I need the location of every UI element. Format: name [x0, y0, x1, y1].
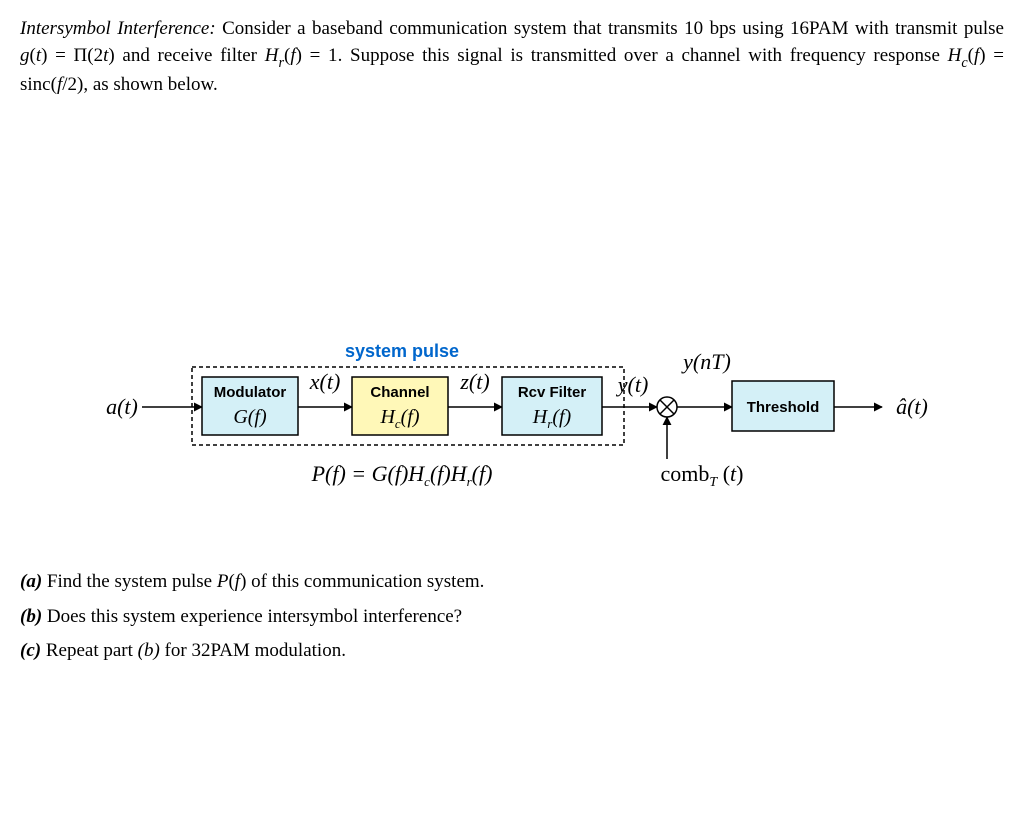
signal-y-t: y(t): [616, 372, 649, 397]
system-pulse-label: system pulse: [345, 341, 459, 361]
question-c: (c) Repeat part (b) for 32PAM modulation…: [20, 638, 1004, 665]
math-hr: Hr: [265, 45, 284, 66]
questions-list: (a) Find the system pulse P(f) of this c…: [20, 569, 1004, 665]
intro-text-2: and receive filter: [115, 45, 265, 66]
math-hc: Hc: [948, 45, 968, 66]
question-b: (b) Does this system experience intersym…: [20, 604, 1004, 631]
problem-title: Intersymbol Interference:: [20, 18, 216, 39]
channel-label: Channel: [370, 384, 429, 401]
question-c-label: (c): [20, 640, 41, 661]
signal-x-t: x(t): [309, 369, 341, 394]
block-diagram: system pulse a(t) Modulator G(f) x(t) Ch…: [20, 329, 1004, 529]
problem-statement: Intersymbol Interference: Consider a bas…: [20, 16, 1004, 99]
question-c-text2: for 32PAM modulation.: [160, 640, 346, 661]
G-f-label: G(f): [233, 406, 267, 428]
question-a-text: Find the system pulse: [42, 571, 217, 592]
question-c-ref: (b): [138, 640, 160, 661]
intro-text-4: , as shown below.: [83, 74, 217, 95]
question-a-text2: of this communication system.: [246, 571, 484, 592]
modulator-label: Modulator: [214, 384, 287, 401]
question-b-text: Does this system experience intersymbol …: [42, 606, 462, 627]
threshold-label: Threshold: [747, 399, 820, 416]
comb-label: combT (t): [661, 461, 744, 490]
intro-text-1: Consider a baseband communication system…: [216, 18, 1004, 39]
Hr-f-label: Hr(f): [532, 406, 572, 431]
question-c-text: Repeat part: [41, 640, 138, 661]
question-a-label: (a): [20, 571, 42, 592]
question-b-label: (b): [20, 606, 42, 627]
signal-a-t: a(t): [106, 394, 138, 419]
math-pf: P: [217, 571, 229, 592]
question-a: (a) Find the system pulse P(f) of this c…: [20, 569, 1004, 596]
signal-a-hat-t: â(t): [896, 394, 928, 419]
intro-text-3: . Suppose this signal is transmitted ove…: [338, 45, 948, 66]
rcv-filter-label: Rcv Filter: [518, 384, 587, 401]
pf-equation: P(f) = G(f)Hc(f)Hr(f): [311, 461, 493, 489]
signal-z-t: z(t): [459, 369, 489, 394]
math-gt: g: [20, 45, 30, 66]
signal-y-nT: y(nT): [681, 349, 731, 374]
